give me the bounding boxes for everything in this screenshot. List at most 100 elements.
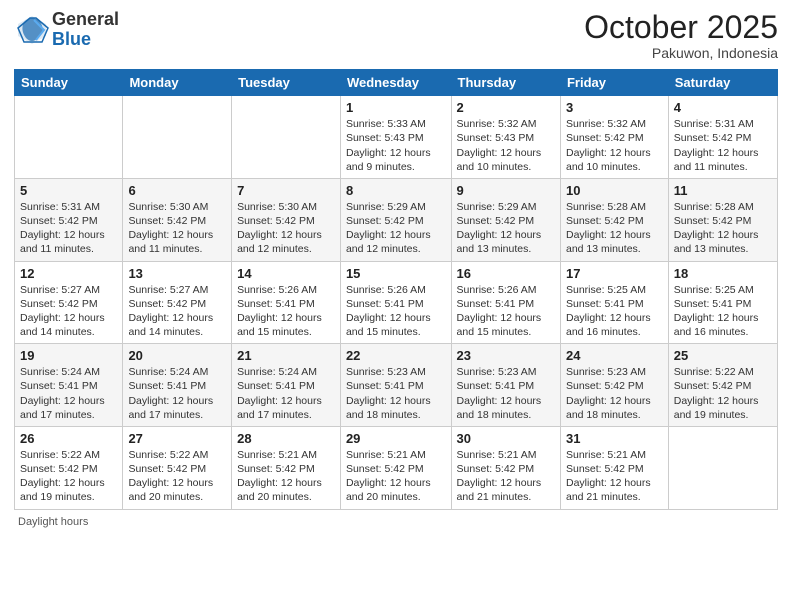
month-title: October 2025 [584,10,778,45]
col-wednesday: Wednesday [340,70,451,96]
day-info: Sunrise: 5:23 AM Sunset: 5:42 PM Dayligh… [566,365,663,422]
table-row: 8 Sunrise: 5:29 AM Sunset: 5:42 PM Daylig… [340,178,451,261]
day-number: 4 [674,100,772,115]
day-number: 1 [346,100,446,115]
col-saturday: Saturday [668,70,777,96]
location-subtitle: Pakuwon, Indonesia [584,45,778,61]
day-info: Sunrise: 5:33 AM Sunset: 5:43 PM Dayligh… [346,117,446,174]
day-info: Sunrise: 5:31 AM Sunset: 5:42 PM Dayligh… [20,200,117,257]
day-number: 17 [566,266,663,281]
daylight-hours-label: Daylight hours [18,516,88,528]
col-tuesday: Tuesday [232,70,341,96]
day-info: Sunrise: 5:24 AM Sunset: 5:41 PM Dayligh… [237,365,335,422]
day-info: Sunrise: 5:27 AM Sunset: 5:42 PM Dayligh… [128,283,226,340]
logo: General Blue [14,10,119,50]
day-number: 22 [346,348,446,363]
calendar-week-row: 12 Sunrise: 5:27 AM Sunset: 5:42 PM Dayli… [15,261,778,344]
day-info: Sunrise: 5:25 AM Sunset: 5:41 PM Dayligh… [674,283,772,340]
table-row [232,96,341,179]
day-number: 14 [237,266,335,281]
day-info: Sunrise: 5:21 AM Sunset: 5:42 PM Dayligh… [346,448,446,505]
day-number: 30 [457,431,555,446]
day-number: 5 [20,183,117,198]
day-info: Sunrise: 5:24 AM Sunset: 5:41 PM Dayligh… [20,365,117,422]
table-row: 3 Sunrise: 5:32 AM Sunset: 5:42 PM Daylig… [560,96,668,179]
table-row: 27 Sunrise: 5:22 AM Sunset: 5:42 PM Dayli… [123,426,232,509]
table-row: 6Sunrise: 5:30 AM Sunset: 5:42 PM Daylig… [123,178,232,261]
day-number: 3 [566,100,663,115]
day-info: Sunrise: 5:25 AM Sunset: 5:41 PM Dayligh… [566,283,663,340]
day-number: 18 [674,266,772,281]
title-block: October 2025 Pakuwon, Indonesia [584,10,778,61]
day-number: 23 [457,348,555,363]
table-row: 20Sunrise: 5:24 AM Sunset: 5:41 PM Dayli… [123,344,232,427]
calendar-week-row: 1 Sunrise: 5:33 AM Sunset: 5:43 PM Daylig… [15,96,778,179]
page-container: General Blue October 2025 Pakuwon, Indon… [0,0,792,538]
day-number: 10 [566,183,663,198]
day-info: Sunrise: 5:31 AM Sunset: 5:42 PM Dayligh… [674,117,772,174]
footer: Daylight hours [14,516,778,528]
day-number: 28 [237,431,335,446]
day-info: Sunrise: 5:22 AM Sunset: 5:42 PM Dayligh… [20,448,117,505]
calendar-week-row: 19 Sunrise: 5:24 AM Sunset: 5:41 PM Dayli… [15,344,778,427]
col-sunday: Sunday [15,70,123,96]
day-number: 12 [20,266,117,281]
table-row: 1 Sunrise: 5:33 AM Sunset: 5:43 PM Daylig… [340,96,451,179]
table-row [15,96,123,179]
day-info: Sunrise: 5:32 AM Sunset: 5:42 PM Dayligh… [566,117,663,174]
day-info: Sunrise: 5:23 AM Sunset: 5:41 PM Dayligh… [457,365,555,422]
col-thursday: Thursday [451,70,560,96]
day-info: Sunrise: 5:26 AM Sunset: 5:41 PM Dayligh… [457,283,555,340]
col-monday: Monday [123,70,232,96]
day-number: 8 [346,183,446,198]
day-info: Sunrise: 5:22 AM Sunset: 5:42 PM Dayligh… [674,365,772,422]
day-info: Sunrise: 5:29 AM Sunset: 5:42 PM Dayligh… [457,200,555,257]
day-number: 31 [566,431,663,446]
day-info: Sunrise: 5:23 AM Sunset: 5:41 PM Dayligh… [346,365,446,422]
col-friday: Friday [560,70,668,96]
day-info: Sunrise: 5:24 AM Sunset: 5:41 PM Dayligh… [128,365,226,422]
calendar-week-row: 5 Sunrise: 5:31 AM Sunset: 5:42 PM Daylig… [15,178,778,261]
day-info: Sunrise: 5:28 AM Sunset: 5:42 PM Dayligh… [566,200,663,257]
day-info: Sunrise: 5:26 AM Sunset: 5:41 PM Dayligh… [346,283,446,340]
logo-general-text: General [52,10,119,30]
table-row: 2 Sunrise: 5:32 AM Sunset: 5:43 PM Daylig… [451,96,560,179]
day-number: 13 [128,266,226,281]
day-info: Sunrise: 5:32 AM Sunset: 5:43 PM Dayligh… [457,117,555,174]
logo-blue-text: Blue [52,30,119,50]
day-info: Sunrise: 5:28 AM Sunset: 5:42 PM Dayligh… [674,200,772,257]
table-row: 13 Sunrise: 5:27 AM Sunset: 5:42 PM Dayli… [123,261,232,344]
table-row: 25 Sunrise: 5:22 AM Sunset: 5:42 PM Dayli… [668,344,777,427]
day-number: 27 [128,431,226,446]
table-row: 22 Sunrise: 5:23 AM Sunset: 5:41 PM Dayli… [340,344,451,427]
table-row: 15 Sunrise: 5:26 AM Sunset: 5:41 PM Dayli… [340,261,451,344]
day-number: 7 [237,183,335,198]
table-row: 21 Sunrise: 5:24 AM Sunset: 5:41 PM Dayli… [232,344,341,427]
day-info: Sunrise: 5:30 AM Sunset: 5:42 PM Dayligh… [237,200,335,257]
table-row: 4 Sunrise: 5:31 AM Sunset: 5:42 PM Daylig… [668,96,777,179]
table-row: 18 Sunrise: 5:25 AM Sunset: 5:41 PM Dayli… [668,261,777,344]
day-number: 6 [128,183,226,198]
logo-icon [14,12,50,48]
day-number: 2 [457,100,555,115]
table-row: 16Sunrise: 5:26 AM Sunset: 5:41 PM Dayli… [451,261,560,344]
logo-text: General Blue [52,10,119,50]
table-row: 23 Sunrise: 5:23 AM Sunset: 5:41 PM Dayli… [451,344,560,427]
table-row: 29Sunrise: 5:21 AM Sunset: 5:42 PM Dayli… [340,426,451,509]
table-row [123,96,232,179]
day-info: Sunrise: 5:22 AM Sunset: 5:42 PM Dayligh… [128,448,226,505]
day-number: 25 [674,348,772,363]
day-number: 19 [20,348,117,363]
day-info: Sunrise: 5:29 AM Sunset: 5:42 PM Dayligh… [346,200,446,257]
day-number: 21 [237,348,335,363]
table-row: 24Sunrise: 5:23 AM Sunset: 5:42 PM Dayli… [560,344,668,427]
day-number: 26 [20,431,117,446]
table-row: 11 Sunrise: 5:28 AM Sunset: 5:42 PM Dayli… [668,178,777,261]
table-row: 17 Sunrise: 5:25 AM Sunset: 5:41 PM Dayli… [560,261,668,344]
table-row: 12Sunrise: 5:27 AM Sunset: 5:42 PM Dayli… [15,261,123,344]
table-row: 31Sunrise: 5:21 AM Sunset: 5:42 PM Dayli… [560,426,668,509]
calendar-table: Sunday Monday Tuesday Wednesday Thursday… [14,69,778,509]
day-number: 9 [457,183,555,198]
day-number: 11 [674,183,772,198]
day-number: 15 [346,266,446,281]
